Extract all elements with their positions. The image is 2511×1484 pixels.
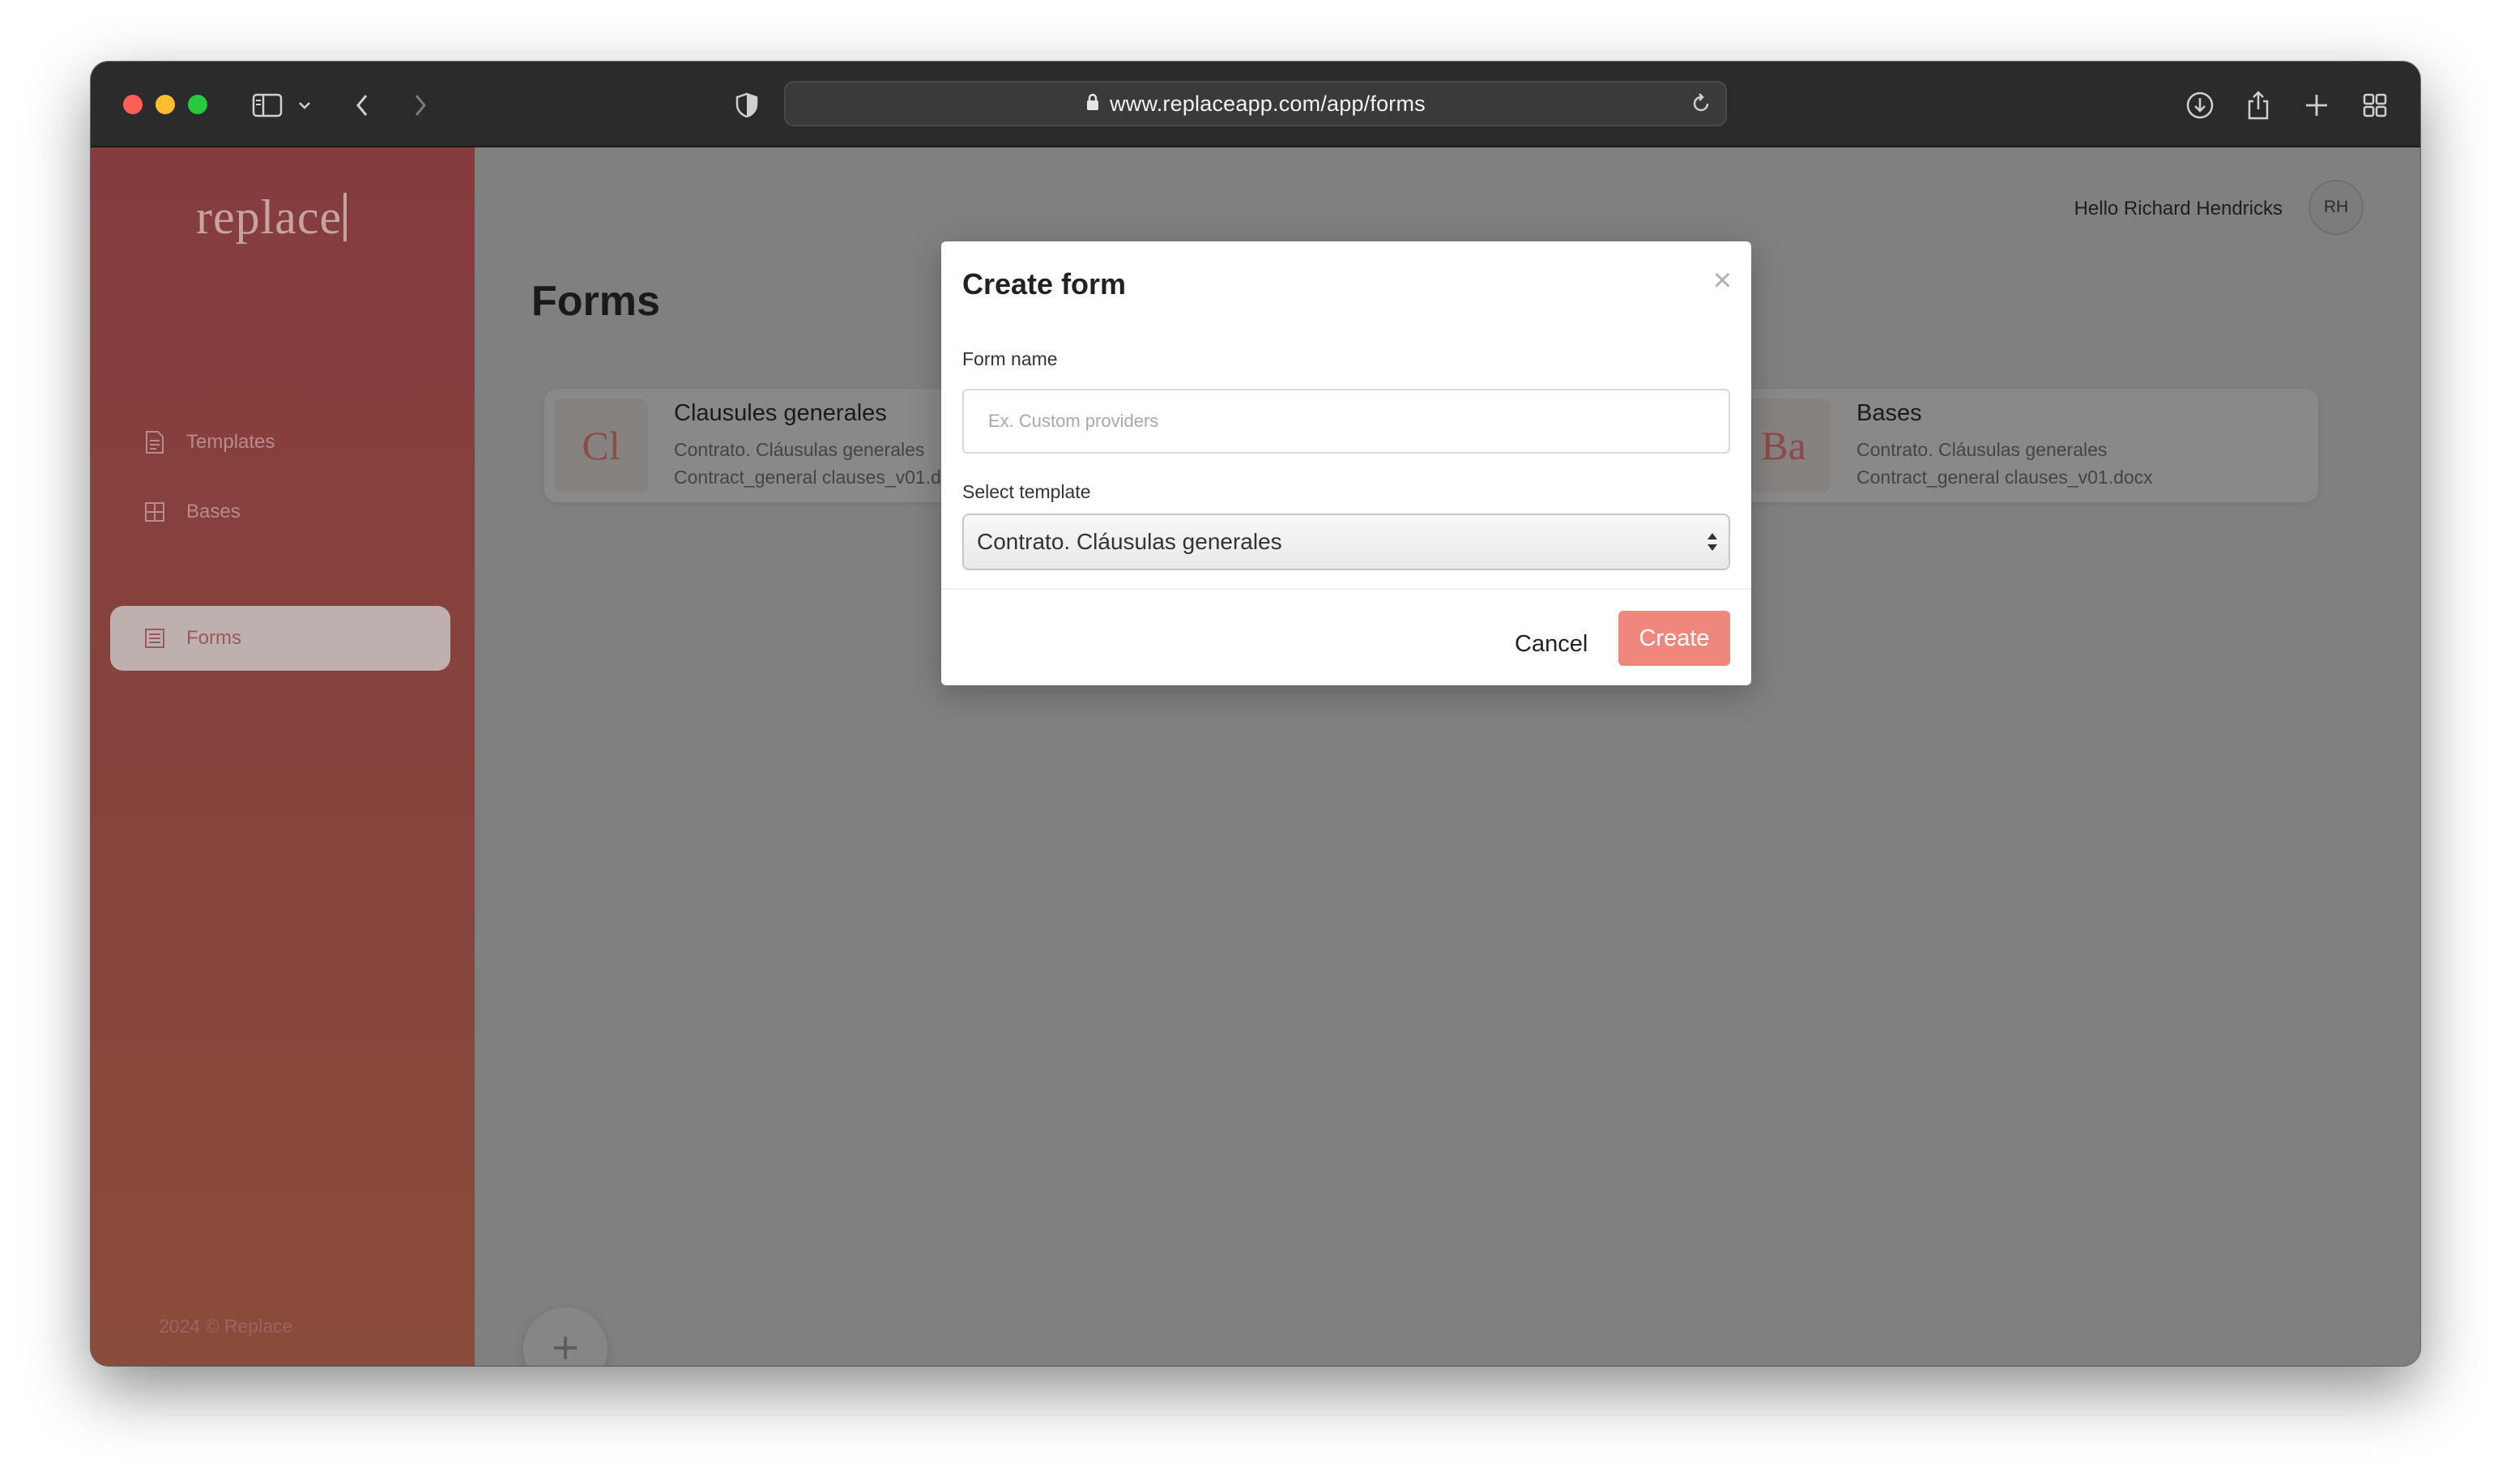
grid-icon — [143, 500, 167, 524]
close-icon[interactable]: × — [1713, 264, 1732, 296]
download-icon[interactable] — [2184, 89, 2216, 122]
sidebar-item-label: Templates — [186, 431, 275, 453]
sidebar-item-label: Forms — [186, 627, 241, 649]
form-icon — [143, 626, 167, 650]
card-template: Contrato. Cláusulas generales — [674, 439, 925, 460]
forward-icon[interactable] — [410, 89, 431, 122]
dialog-divider — [941, 588, 1751, 590]
reload-icon[interactable] — [1690, 92, 1712, 119]
tab-overview-icon[interactable] — [2359, 89, 2391, 122]
card-title: Clausules generales — [674, 400, 887, 426]
address-bar[interactable]: www.replaceapp.com/app/forms — [784, 81, 1727, 126]
minimize-window-button[interactable] — [156, 95, 175, 114]
sidebar-item-bases[interactable]: Bases — [110, 480, 450, 544]
form-name-label: Form name — [962, 348, 1058, 369]
card-template: Contrato. Cláusulas generales — [1857, 439, 2108, 460]
add-form-button[interactable] — [523, 1307, 608, 1366]
sidebar-item-forms[interactable]: Forms — [110, 606, 450, 671]
app-logo[interactable]: replace — [196, 190, 347, 245]
document-icon — [143, 430, 167, 454]
browser-window: www.replaceapp.com/app/forms replace Tem… — [91, 62, 2420, 1366]
chevron-down-icon[interactable] — [296, 89, 313, 122]
sidebar-item-templates[interactable]: Templates — [110, 410, 450, 475]
template-select-value: Contrato. Cláusulas generales — [977, 529, 1282, 554]
sidebar-toggle-icon[interactable] — [249, 89, 285, 122]
form-name-input[interactable] — [962, 389, 1730, 454]
maximize-window-button[interactable] — [188, 95, 207, 114]
card-filename: Contract_general clauses_v01.docx — [674, 467, 970, 488]
sidebar: replace Templates Bases Forms 2024 © Rep… — [91, 147, 475, 1366]
close-window-button[interactable] — [123, 95, 143, 114]
sidebar-item-label: Bases — [186, 501, 241, 522]
select-template-label: Select template — [962, 481, 1091, 502]
create-form-dialog: Create form × Form name Select template … — [941, 241, 1751, 685]
card-title: Bases — [1857, 400, 1922, 426]
user-greeting: Hello Richard Hendricks — [2074, 198, 2283, 220]
avatar[interactable]: RH — [2308, 180, 2364, 235]
new-tab-icon[interactable] — [2300, 89, 2333, 122]
share-icon[interactable] — [2242, 89, 2274, 122]
page-title: Forms — [531, 278, 660, 325]
back-icon[interactable] — [352, 89, 373, 122]
form-card[interactable]: Ba Bases Contrato. Cláusulas generales C… — [1727, 389, 2318, 502]
url-text: www.replaceapp.com/app/forms — [1110, 91, 1426, 116]
cancel-button[interactable]: Cancel — [1502, 617, 1601, 671]
template-select[interactable]: Contrato. Cláusulas generales — [962, 514, 1730, 570]
create-button[interactable]: Create — [1618, 611, 1730, 666]
shield-icon[interactable] — [732, 89, 761, 122]
plus-icon — [551, 1333, 580, 1367]
lock-icon — [1085, 92, 1100, 116]
card-filename: Contract_general clauses_v01.docx — [1857, 467, 2153, 488]
select-arrows-icon — [1706, 530, 1719, 560]
copyright-text: 2024 © Replace — [159, 1316, 293, 1337]
browser-toolbar: www.replaceapp.com/app/forms — [91, 62, 2420, 147]
dialog-title: Create form — [962, 267, 1127, 301]
card-thumbnail: Cl — [554, 399, 648, 493]
